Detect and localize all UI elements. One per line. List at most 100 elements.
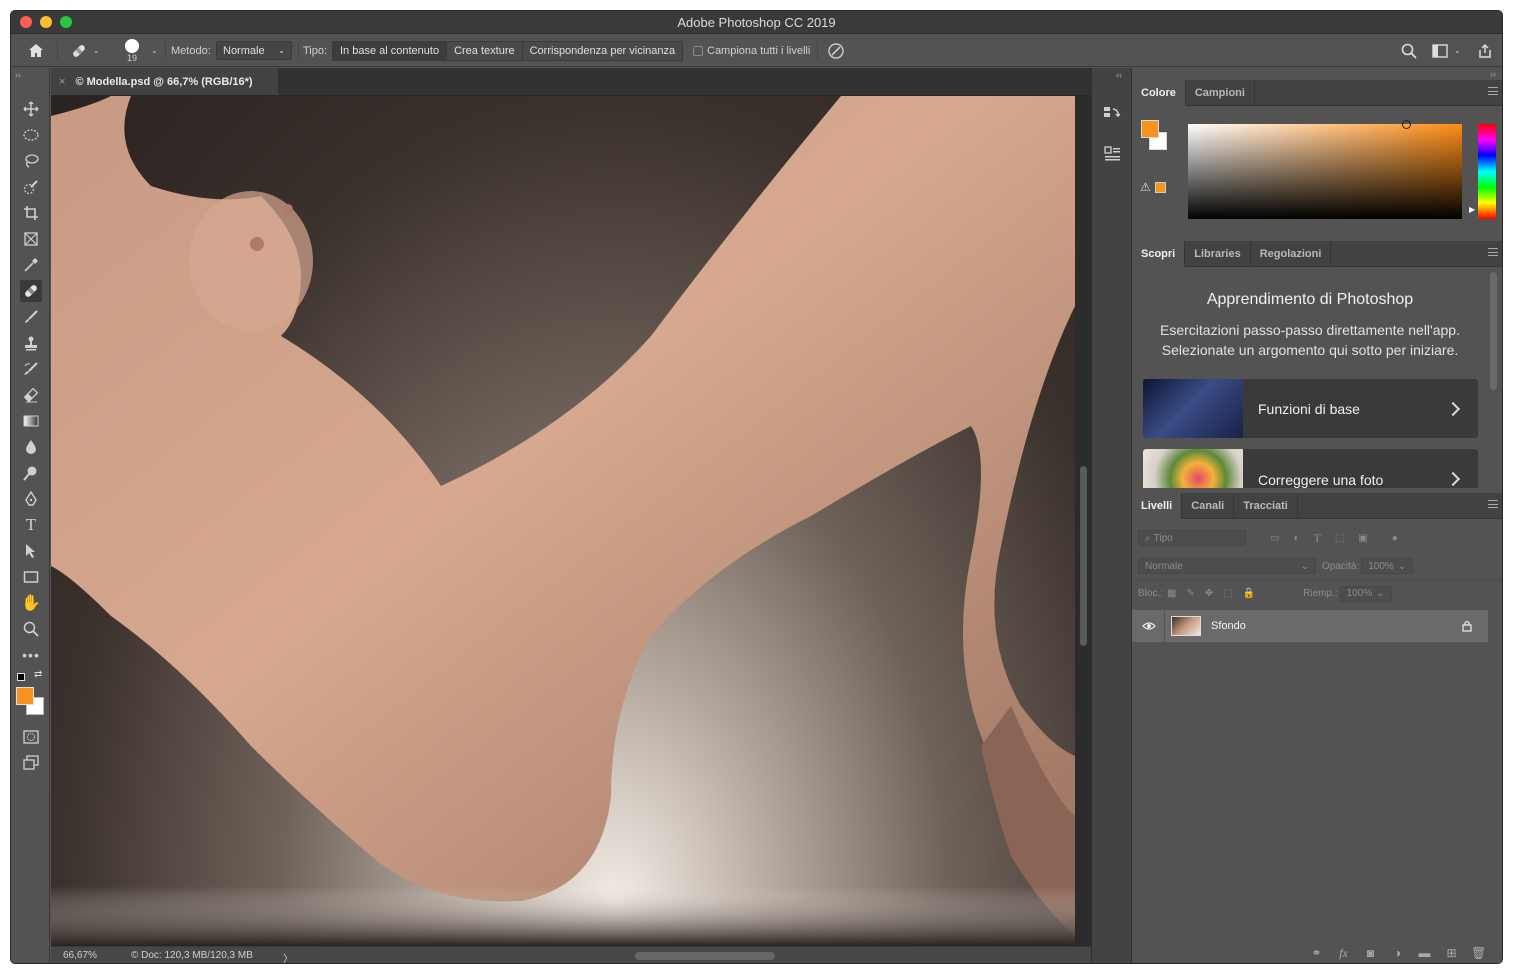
filter-smartobject-icon[interactable]: ▣ bbox=[1358, 533, 1367, 544]
saturation-brightness-picker[interactable] bbox=[1188, 120, 1462, 219]
rectangle-tool[interactable] bbox=[20, 566, 42, 588]
sample-all-layers-checkbox[interactable]: Campiona tutti i livelli bbox=[693, 34, 810, 67]
search-button[interactable] bbox=[1401, 34, 1417, 67]
zoom-tool[interactable] bbox=[20, 618, 42, 640]
link-icon[interactable]: ⚭ bbox=[1309, 946, 1324, 960]
tool-preset-picker[interactable]: ⌄ bbox=[69, 34, 100, 67]
tipo-option-proximity-match[interactable]: Corrispondenza per vicinanza bbox=[522, 41, 683, 60]
swap-colors-icon[interactable]: ⇄ bbox=[34, 669, 42, 680]
tab-scopri[interactable]: Scopri bbox=[1132, 241, 1186, 267]
learn-card-basics[interactable]: Funzioni di base bbox=[1143, 379, 1478, 438]
lock-image-icon[interactable]: ✎ bbox=[1186, 588, 1194, 599]
gamut-warning-icon[interactable]: ⚠ bbox=[1140, 180, 1151, 194]
clone-stamp-tool[interactable] bbox=[20, 332, 42, 354]
gradient-tool[interactable] bbox=[20, 410, 42, 432]
vertical-scroll-thumb[interactable] bbox=[1080, 466, 1087, 646]
collapse-panels-icon[interactable]: ›› bbox=[1490, 69, 1496, 79]
move-tool[interactable] bbox=[20, 98, 42, 120]
zoom-level[interactable]: 66,67% bbox=[63, 950, 97, 961]
vertical-scrollbar[interactable] bbox=[1075, 96, 1091, 946]
lock-position-icon[interactable]: ✥ bbox=[1205, 588, 1213, 599]
eyedropper-tool[interactable] bbox=[20, 254, 42, 276]
hand-tool[interactable]: ✋ bbox=[20, 592, 42, 614]
dodge-tool[interactable] bbox=[20, 462, 42, 484]
tab-livelli[interactable]: Livelli bbox=[1132, 493, 1183, 519]
eye-icon[interactable] bbox=[1142, 621, 1156, 631]
filter-type-icon[interactable]: T bbox=[1314, 531, 1321, 546]
tipo-option-content-aware[interactable]: In base al contenuto bbox=[333, 41, 448, 60]
checkbox-box[interactable] bbox=[693, 45, 703, 56]
lock-transparent-icon[interactable]: ▦ bbox=[1167, 588, 1176, 599]
layer-row[interactable]: Sfondo bbox=[1132, 610, 1488, 642]
history-brush-tool[interactable] bbox=[20, 358, 42, 380]
eraser-tool[interactable] bbox=[20, 384, 42, 406]
quick-selection-tool[interactable] bbox=[20, 176, 42, 198]
workspace-button[interactable]: ⌄ bbox=[1432, 34, 1461, 67]
collapse-strip-icon[interactable]: ‹‹ bbox=[1116, 70, 1122, 80]
trash-icon[interactable]: 🗑 bbox=[1471, 946, 1486, 960]
gamut-color-swatch[interactable] bbox=[1155, 182, 1166, 193]
lock-artboard-icon[interactable]: ⬚ bbox=[1223, 588, 1232, 599]
panel-menu-icon[interactable] bbox=[1488, 500, 1498, 508]
picker-cursor[interactable] bbox=[1402, 120, 1411, 129]
blur-tool[interactable] bbox=[20, 436, 42, 458]
tab-tracciati[interactable]: Tracciati bbox=[1234, 493, 1298, 519]
frame-icon bbox=[24, 232, 38, 246]
close-document-icon[interactable]: × bbox=[59, 76, 65, 88]
learn-panel-scrollbar[interactable] bbox=[1490, 272, 1497, 390]
color-panel-foreground-swatch[interactable] bbox=[1141, 120, 1159, 138]
tab-canali[interactable]: Canali bbox=[1182, 493, 1235, 519]
type-tool[interactable]: T bbox=[20, 514, 42, 536]
marquee-tool[interactable] bbox=[20, 124, 42, 146]
layer-filter-select[interactable]: ⌕ Tipo bbox=[1138, 530, 1246, 546]
home-button[interactable] bbox=[27, 34, 45, 67]
hue-slider[interactable] bbox=[1478, 124, 1496, 219]
more-tools-button[interactable]: ••• bbox=[20, 644, 42, 666]
brush-size-picker[interactable]: 19 bbox=[125, 34, 139, 67]
fill-input[interactable]: 100% ⌄ bbox=[1339, 585, 1392, 602]
filter-toggle-icon[interactable]: ● bbox=[1392, 533, 1398, 544]
history-panel-button[interactable] bbox=[1102, 104, 1122, 124]
healing-brush-tool[interactable] bbox=[20, 280, 42, 302]
folder-icon[interactable]: ▬ bbox=[1417, 946, 1432, 960]
tipo-option-create-texture[interactable]: Crea texture bbox=[447, 41, 523, 60]
filter-adjustment-icon[interactable]: ◐ bbox=[1293, 533, 1299, 544]
tab-campioni[interactable]: Campioni bbox=[1186, 80, 1255, 106]
path-selection-tool[interactable] bbox=[20, 540, 42, 562]
lock-all-icon[interactable]: 🔒 bbox=[1243, 588, 1255, 599]
panel-menu-icon[interactable] bbox=[1488, 248, 1498, 256]
pressure-button[interactable] bbox=[827, 34, 845, 67]
filter-pixel-icon[interactable]: ▭ bbox=[1270, 533, 1279, 544]
frame-tool[interactable] bbox=[20, 228, 42, 250]
properties-panel-button[interactable] bbox=[1102, 144, 1122, 164]
horizontal-scroll-thumb[interactable] bbox=[635, 952, 775, 960]
status-menu-arrow[interactable]: 〉 bbox=[283, 950, 293, 963]
hue-pointer-icon[interactable]: ▶ bbox=[1469, 205, 1475, 214]
share-button[interactable] bbox=[1477, 34, 1493, 67]
brush-tool[interactable] bbox=[20, 306, 42, 328]
default-colors-icon[interactable] bbox=[17, 673, 25, 681]
tab-libraries[interactable]: Libraries bbox=[1185, 241, 1251, 267]
learn-card-fix-photo[interactable]: Correggere una foto bbox=[1143, 449, 1478, 488]
fx-icon[interactable]: fx bbox=[1336, 946, 1351, 961]
metodo-select[interactable]: Normale ⌄ bbox=[216, 41, 292, 60]
tab-colore[interactable]: Colore bbox=[1132, 80, 1186, 106]
crop-tool[interactable] bbox=[20, 202, 42, 224]
adjustment-icon[interactable]: ◑ bbox=[1390, 946, 1405, 960]
foreground-color-swatch[interactable] bbox=[16, 687, 34, 705]
collapse-toolbar-icon[interactable]: ›› bbox=[15, 70, 21, 80]
tab-regolazioni[interactable]: Regolazioni bbox=[1251, 241, 1332, 267]
panel-menu-icon[interactable] bbox=[1488, 87, 1498, 95]
blend-mode-select[interactable]: Normale ⌄ bbox=[1138, 558, 1316, 574]
screen-mode-button[interactable] bbox=[20, 752, 42, 774]
mask-icon[interactable]: ◙ bbox=[1363, 946, 1378, 960]
pen-tool[interactable] bbox=[20, 488, 42, 510]
filter-shape-icon[interactable]: ⬚ bbox=[1335, 533, 1344, 544]
quick-mask-button[interactable] bbox=[20, 726, 42, 748]
opacity-input[interactable]: 100% ⌄ bbox=[1361, 558, 1414, 574]
document-canvas[interactable] bbox=[51, 96, 1075, 946]
lasso-tool[interactable] bbox=[20, 150, 42, 172]
document-tab[interactable]: × © Modella.psd @ 66,7% (RGB/16*) bbox=[51, 68, 279, 95]
chevron-down-icon[interactable]: ⌄ bbox=[151, 46, 158, 55]
new-layer-icon[interactable]: ⊞ bbox=[1444, 946, 1459, 960]
